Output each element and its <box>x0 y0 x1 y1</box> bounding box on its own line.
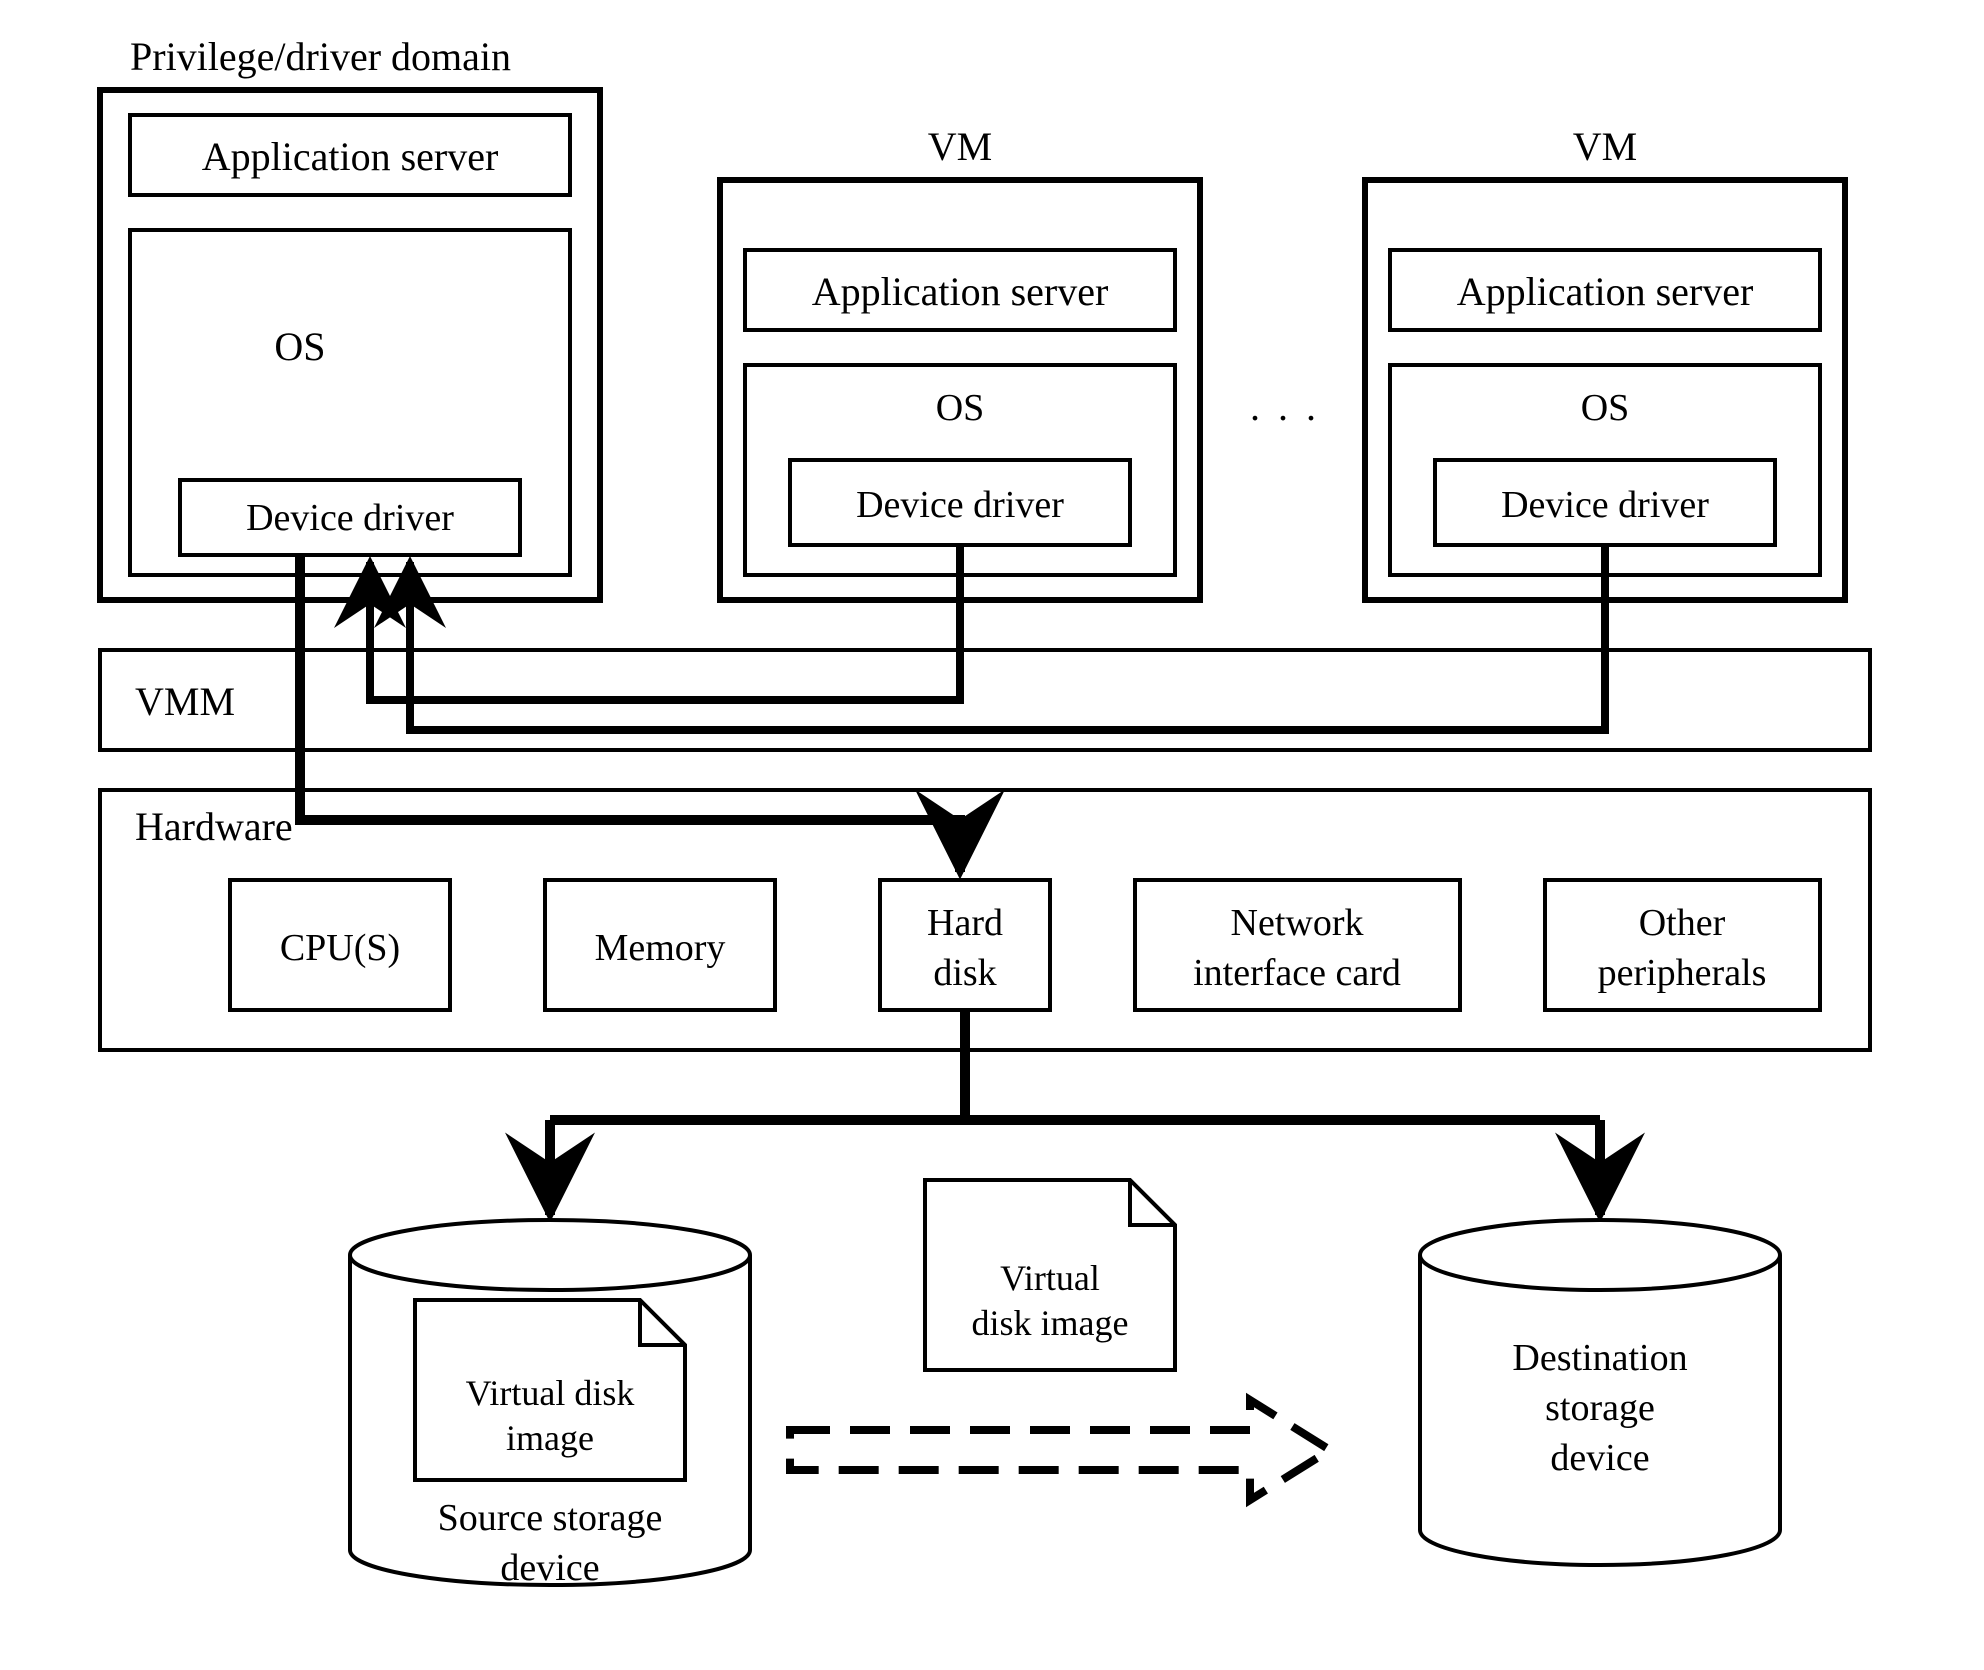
vm2-dd-label: Device driver <box>1501 484 1709 526</box>
arrow-vm1-to-privilege <box>370 545 960 700</box>
cpu-label: CPU(S) <box>280 927 400 969</box>
destination-storage: Destination storage device <box>1420 1220 1780 1565</box>
dest-label1: Destination <box>1512 1337 1687 1379</box>
vm1-appserver-label: Application server <box>812 269 1109 314</box>
vm2-appserver-label: Application server <box>1457 269 1754 314</box>
source-label1: Source storage <box>438 1497 663 1539</box>
privilege-appserver-label: Application server <box>202 134 499 179</box>
privilege-title: Privilege/driver domain <box>130 34 511 79</box>
vm1-os-label: OS <box>936 387 985 429</box>
vm2-os-label: OS <box>1581 387 1630 429</box>
nic-label2: interface card <box>1193 952 1401 994</box>
privilege-os-label: OS <box>274 324 325 369</box>
architecture-diagram: Privilege/driver domain Application serv… <box>0 0 1984 1670</box>
vm2-title: VM <box>1573 124 1637 169</box>
migration-arrow <box>790 1400 1330 1500</box>
source-label2: device <box>500 1547 599 1589</box>
dest-label2: storage <box>1545 1387 1655 1429</box>
memory-label: Memory <box>595 927 726 969</box>
privilege-dd-label: Device driver <box>246 497 454 539</box>
harddisk-label2: disk <box>933 952 996 994</box>
nic-label1: Network <box>1231 902 1364 944</box>
vm-ellipsis: . . . <box>1250 384 1320 429</box>
source-storage: Virtual disk image Source storage device <box>350 1220 750 1589</box>
vm1-title: VM <box>928 124 992 169</box>
harddisk-label1: Hard <box>927 902 1003 944</box>
other-label1: Other <box>1639 902 1726 944</box>
source-vdi-file-icon: Virtual disk image <box>415 1300 685 1480</box>
middle-vdi-line2: disk image <box>972 1303 1129 1343</box>
vm1-dd-label: Device driver <box>856 484 1064 526</box>
dest-label3: device <box>1550 1437 1649 1479</box>
middle-vdi-line1: Virtual <box>1000 1258 1100 1298</box>
source-vdi-line1: Virtual disk <box>466 1373 635 1413</box>
source-vdi-line2: image <box>506 1418 594 1458</box>
other-label2: peripherals <box>1598 952 1767 994</box>
middle-vdi-file-icon: Virtual disk image <box>925 1180 1175 1370</box>
vmm-label: VMM <box>135 679 235 724</box>
hardware-title: Hardware <box>135 804 293 849</box>
